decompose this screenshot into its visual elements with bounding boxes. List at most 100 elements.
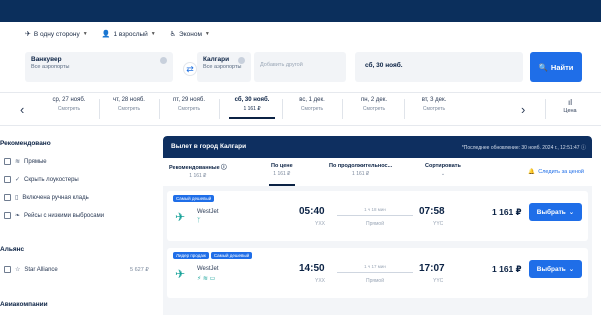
checkbox[interactable] — [4, 212, 11, 219]
departure-airport: YXX — [315, 278, 326, 284]
sort-price: 1 161 ₽ — [352, 171, 370, 177]
departure-airport: YXX — [315, 221, 326, 227]
cabin-class-select[interactable]: ♿ Эконом ▼ — [170, 30, 210, 39]
last-updated: *Последнее обновление: 30 нояб. 2024 г.,… — [462, 144, 586, 151]
checkbox[interactable] — [4, 158, 11, 165]
sort-label: Рекомендованные ⓘ — [169, 165, 227, 171]
amenities-icons: ⚡ ≋ ▭ — [197, 276, 216, 282]
date-option[interactable]: вс, 1 дек. Смотреть — [283, 97, 341, 112]
trip-type-label: В одну сторону — [33, 30, 80, 38]
sort-label: По продолжительнос... — [329, 163, 393, 169]
date-option[interactable]: пт, 29 нояб. Смотреть — [160, 97, 218, 112]
price-alert-link[interactable]: 🔔 Следить за ценой — [528, 169, 584, 175]
chevron-down-icon: ▼ — [204, 31, 210, 37]
price-chart-toggle[interactable]: ıl Цена — [555, 98, 585, 114]
chevron-down-icon: ▼ — [82, 31, 88, 37]
date-option[interactable]: сб, 30 нояб. 1 161 ₽ — [223, 97, 281, 119]
bag-icon: ▯ — [15, 195, 19, 201]
westjet-logo-icon: ✈ — [175, 210, 186, 224]
date-label: пт, 29 нояб. — [172, 97, 205, 103]
arrival-airport: YYC — [433, 278, 444, 284]
filter-label: Рейсы с низкими выбросами — [24, 212, 105, 219]
filter-hide-lowcost[interactable]: ✓ Скрыть лоукостеры — [4, 176, 79, 183]
select-flight-button[interactable]: Выбрать ⌄ — [529, 260, 582, 278]
chevron-left-icon[interactable]: ‹ — [20, 102, 24, 117]
carry-on-icon: ᛉ — [197, 218, 201, 224]
bar-chart-icon: ıl — [568, 98, 572, 107]
divider — [545, 99, 546, 119]
info-icon[interactable]: ⓘ — [581, 145, 586, 151]
date-price: Смотреть — [422, 106, 446, 112]
date-option[interactable]: пн, 2 дек. Смотреть — [345, 97, 403, 112]
swap-direction-icon[interactable]: ⇄ — [183, 62, 197, 76]
chevron-right-icon[interactable]: › — [521, 102, 525, 117]
checkbox[interactable] — [4, 176, 11, 183]
chevron-down-icon: ⌄ — [440, 171, 446, 177]
results-panel: Вылет в город Калгари *Последнее обновле… — [163, 136, 592, 315]
date-label: вс, 1 дек. — [299, 97, 325, 103]
search-icon: 🔍 — [538, 62, 548, 72]
checkbox[interactable] — [4, 194, 11, 201]
filter-star-alliance[interactable]: ☆ Star Alliance — [4, 266, 58, 273]
date-label: пн, 2 дек. — [360, 97, 388, 103]
airline-name: WestJet — [197, 266, 219, 272]
sort-price: 1 161 ₽ — [273, 171, 291, 177]
sort-by-price[interactable]: По цене 1 161 ₽ — [269, 163, 295, 186]
leaf-icon: ❧ — [15, 213, 21, 219]
select-label: Выбрать — [536, 265, 566, 273]
sort-recommended[interactable]: Рекомендованные ⓘ 1 161 ₽ — [169, 163, 227, 179]
bell-icon: 🔔 — [528, 169, 536, 175]
date-label: сб, 30 нояб. — [234, 97, 270, 103]
badges: Самый дешевый — [173, 195, 215, 202]
recommended-heading: Рекомендовано — [0, 140, 51, 147]
filter-direct[interactable]: ≋ Прямые — [4, 158, 47, 165]
date-price: Смотреть — [362, 106, 386, 112]
sort-label: По цене — [271, 163, 293, 169]
badge-cheapest: Самый дешевый — [210, 252, 253, 259]
divider — [342, 99, 343, 119]
flight-card[interactable]: Самый дешевый ✈ WestJet ᛉ 05:40 YXX 1 ч … — [167, 191, 588, 241]
passengers-select[interactable]: 👤 1 взрослый ▼ — [102, 30, 156, 39]
filter-label: Star Alliance — [24, 266, 58, 273]
date-option[interactable]: вт, 3 дек. Смотреть — [405, 97, 463, 112]
sort-label: Сортировать — [425, 163, 461, 169]
airlines-heading: Авиакомпании — [0, 301, 48, 308]
westjet-logo-icon: ✈ — [175, 267, 186, 281]
search-options: ✈ В одну сторону ▼ 👤 1 взрослый ▼ ♿ Экон… — [25, 30, 210, 39]
date-label: чт, 28 нояб. — [113, 97, 145, 103]
date-price: 1 161 ₽ — [243, 106, 261, 112]
clear-destination-icon[interactable] — [238, 57, 245, 64]
search-panel: ✈ В одну сторону ▼ 👤 1 взрослый ▼ ♿ Экон… — [0, 22, 601, 90]
passengers-label: 1 взрослый — [113, 30, 148, 38]
add-other-destination[interactable]: Добавить другой — [254, 52, 346, 82]
date-carousel: ‹ ср, 27 нояб. Смотреть чт, 28 нояб. Смотре… — [0, 92, 601, 126]
destination-field[interactable]: Калгари Все аэропорты — [197, 52, 251, 82]
flight-card[interactable]: Лидер продаж Самый дешевый ✈ WestJet ⚡ ≋… — [167, 248, 588, 298]
search-button[interactable]: 🔍 Найти — [530, 52, 582, 82]
route-line — [337, 215, 413, 216]
chevron-down-icon: ⌄ — [568, 266, 575, 273]
origin-field[interactable]: Ванкувер Все аэропорты — [25, 52, 173, 82]
filter-carry-on[interactable]: ▯ Включена ручная кладь — [4, 194, 89, 201]
date-field[interactable]: сб, 30 нояб. — [355, 52, 523, 82]
filter-low-emissions[interactable]: ❧ Рейсы с низкими выбросами — [4, 212, 104, 219]
filter-label: Прямые — [24, 158, 47, 165]
checkbox[interactable] — [4, 266, 11, 273]
alliance-heading: Альянс — [0, 246, 25, 253]
clear-origin-icon[interactable] — [160, 57, 167, 64]
price-alert-label: Следить за ценой — [538, 169, 584, 175]
date-option[interactable]: ср, 27 нояб. Смотреть — [40, 97, 98, 112]
date-option[interactable]: чт, 28 нояб. Смотреть — [100, 97, 158, 112]
destination-airports: Все аэропорты — [203, 64, 242, 70]
sort-by-duration[interactable]: По продолжительнос... 1 161 ₽ — [329, 163, 392, 177]
select-label: Выбрать — [536, 208, 566, 216]
flight-duration: 1 ч 18 мин — [364, 207, 386, 212]
select-flight-button[interactable]: Выбрать ⌄ — [529, 203, 582, 221]
badge-cheapest: Самый дешевый — [173, 195, 215, 202]
cabin-class-label: Эконом — [179, 30, 202, 38]
sort-price: 1 161 ₽ — [189, 173, 207, 179]
date-price: Смотреть — [300, 106, 324, 112]
arrival-time: 07:58 — [419, 206, 445, 217]
sort-dropdown[interactable]: Сортировать ⌄ — [425, 163, 461, 177]
trip-type-select[interactable]: ✈ В одну сторону ▼ — [25, 30, 88, 39]
